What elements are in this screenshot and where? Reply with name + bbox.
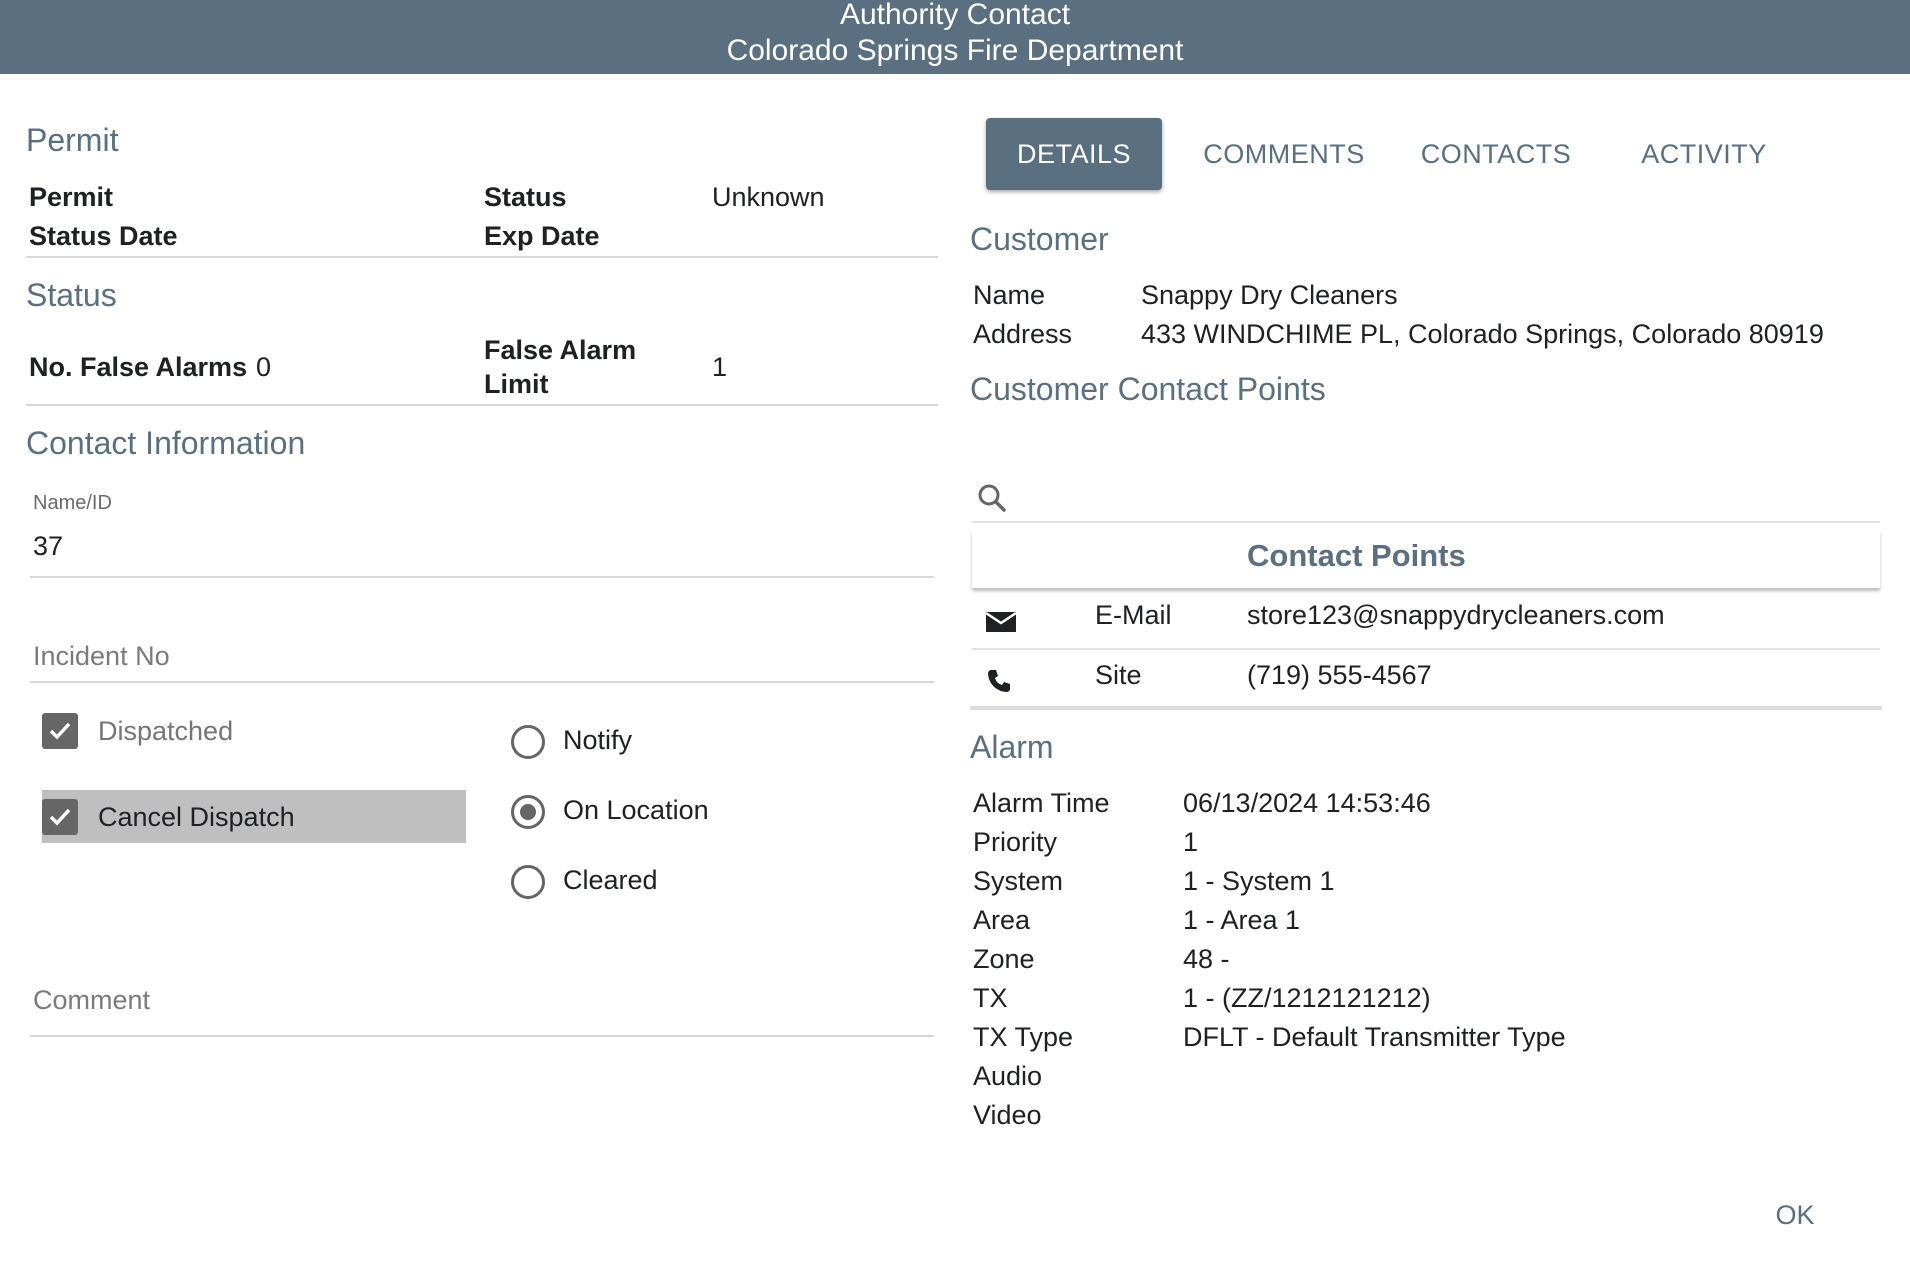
name-id-label: Name/ID [33, 492, 112, 514]
radio-cleared-label: Cleared [563, 865, 658, 895]
radio-notify[interactable] [511, 725, 545, 759]
exp-date-label: Exp Date [484, 221, 600, 251]
permit-label: Permit [29, 182, 114, 212]
name-id-value[interactable]: 37 [33, 531, 63, 562]
customer-name-value: Snappy Dry Cleaners [1141, 280, 1398, 310]
customer-contact-points-heading: Customer Contact Points [970, 371, 1326, 407]
alarm-value: 48 - [1183, 944, 1230, 974]
alarm-label: Priority [973, 827, 1058, 857]
false-alarms-label: No. False Alarms [29, 352, 248, 382]
name-id-field-underline [30, 576, 934, 578]
alarm-label: Audio [973, 1061, 1043, 1091]
search-underline [972, 521, 1880, 523]
alarm-value: 1 - System 1 [1183, 866, 1335, 896]
customer-address-value: 433 WINDCHIME PL, Colorado Springs, Colo… [1141, 319, 1824, 349]
permit-heading: Permit [26, 122, 119, 158]
alarm-heading: Alarm [970, 729, 1054, 765]
alarm-label: Video [973, 1100, 1042, 1130]
dialog-title: Authority Contact [839, 0, 1071, 31]
tab-details[interactable]: DETAILS [986, 118, 1162, 190]
contact-info-heading: Contact Information [26, 425, 306, 461]
radio-cleared[interactable] [511, 865, 545, 899]
permit-status-label: Status [484, 182, 567, 212]
incident-no-field[interactable]: Incident No [33, 641, 170, 672]
tab-contacts[interactable]: CONTACTS [1408, 118, 1584, 190]
false-alarm-limit-value: 1 [712, 352, 728, 382]
check-icon [49, 808, 71, 826]
divider [26, 256, 938, 258]
alarm-value: DFLT - Default Transmitter Type [1183, 1022, 1566, 1052]
customer-heading: Customer [970, 221, 1109, 257]
search-icon [978, 484, 1006, 512]
divider [26, 404, 938, 406]
customer-address-label: Address [973, 319, 1073, 349]
cancel-dispatch-checkbox[interactable] [42, 799, 78, 835]
contact-value: (719) 555-4567 [1247, 660, 1432, 690]
contact-value: store123@snappydrycleaners.com [1247, 600, 1665, 630]
contact-points-search-input[interactable] [972, 470, 1880, 522]
false-alarm-limit-label-2: Limit [484, 369, 549, 399]
comment-field-underline [30, 1035, 934, 1037]
dispatched-label: Dispatched [98, 716, 234, 746]
incident-field-underline [30, 681, 934, 683]
dialog-subtitle: Colorado Springs Fire Department [726, 34, 1184, 67]
table-row[interactable]: Site (719) 555-4567 [972, 650, 1880, 706]
phone-icon [988, 670, 1010, 692]
table-bottom-rule [970, 706, 1882, 710]
status-date-label: Status Date [29, 221, 178, 251]
dispatched-checkbox[interactable] [42, 713, 78, 749]
alarm-label: System [973, 866, 1064, 896]
alarm-label: TX Type [973, 1022, 1074, 1052]
status-heading: Status [26, 277, 117, 313]
customer-name-label: Name [973, 280, 1046, 310]
alarm-value: 1 [1183, 827, 1199, 857]
radio-on-location[interactable] [511, 795, 545, 829]
false-alarms-value: 0 [256, 352, 272, 382]
alarm-value: 1 - (ZZ/1212121212) [1183, 983, 1431, 1013]
envelope-icon [986, 611, 1016, 632]
radio-selected-dot [520, 804, 536, 820]
tab-comments[interactable]: COMMENTS [1196, 118, 1372, 190]
radio-on-location-label: On Location [563, 795, 709, 825]
comment-field[interactable]: Comment [33, 985, 150, 1016]
radio-notify-label: Notify [563, 725, 633, 755]
table-row[interactable]: E-Mail store123@snappydrycleaners.com [972, 594, 1880, 650]
dialog-title-bar: Authority Contact Colorado Springs Fire … [0, 0, 1910, 74]
permit-status-value: Unknown [712, 182, 825, 212]
ok-button[interactable]: OK [1760, 1190, 1830, 1240]
cancel-dispatch-label: Cancel Dispatch [98, 802, 295, 832]
check-icon [49, 722, 71, 740]
tab-activity[interactable]: ACTIVITY [1616, 118, 1792, 190]
contact-type: E-Mail [1095, 600, 1172, 630]
alarm-label: Zone [973, 944, 1035, 974]
alarm-value: 1 - Area 1 [1183, 905, 1301, 935]
contact-points-table-title: Contact Points [1247, 538, 1466, 573]
alarm-label: Area [973, 905, 1031, 935]
contact-type: Site [1095, 660, 1142, 690]
false-alarm-limit-label: False Alarm [484, 335, 637, 365]
alarm-label: TX [973, 983, 1008, 1013]
alarm-label: Alarm Time [973, 788, 1110, 818]
alarm-value: 06/13/2024 14:53:46 [1183, 788, 1431, 818]
